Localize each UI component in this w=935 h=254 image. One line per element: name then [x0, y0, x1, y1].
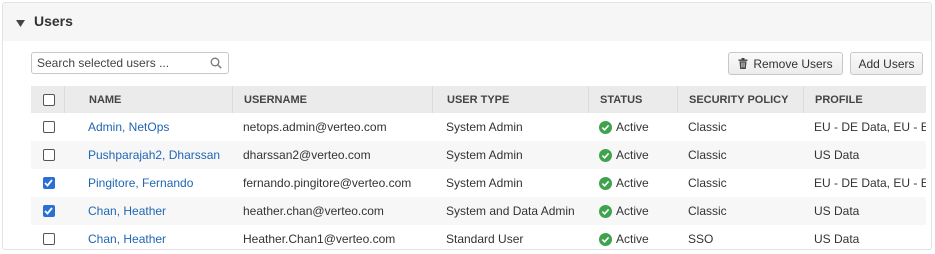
name-cell: Chan, Heather: [64, 225, 232, 249]
user-name-link[interactable]: Admin, NetOps: [88, 120, 169, 134]
search-icon[interactable]: [210, 57, 222, 69]
panel-header: Users: [3, 3, 931, 41]
profile-cell: US Data: [814, 148, 860, 162]
panel-title: Users: [34, 13, 73, 29]
column-header-user-type[interactable]: USER TYPE: [432, 86, 588, 113]
check-circle-icon: [599, 232, 612, 246]
status-badge: Active: [599, 148, 649, 162]
status-text: Active: [616, 120, 649, 134]
status-cell: Active: [588, 197, 677, 225]
security-policy-cell: SSO: [688, 232, 714, 246]
profile-cell: US Data: [814, 232, 860, 246]
security-policy-cell: Classic: [688, 204, 727, 218]
row-checkbox[interactable]: [42, 177, 55, 189]
row-checkbox[interactable]: [42, 149, 55, 161]
username-cell: dharssan2@verteo.com: [243, 148, 371, 162]
search-input[interactable]: [37, 55, 207, 71]
row-select-cell: [31, 225, 64, 249]
user-name-link[interactable]: Pingitore, Fernando: [88, 176, 193, 190]
profile-cell: EU - DE Data, EU - E: [814, 120, 926, 134]
row-select-cell: [31, 141, 64, 169]
row-checkbox[interactable]: [42, 205, 55, 217]
user-type-cell: System Admin: [446, 148, 523, 162]
table-header: NAME USERNAME USER TYPE STATUS SECURITY …: [31, 86, 926, 113]
remove-users-button[interactable]: Remove Users: [728, 52, 843, 75]
status-cell: Active: [588, 225, 677, 249]
user-name-link[interactable]: Chan, Heather: [88, 204, 166, 218]
name-cell: Admin, NetOps: [64, 113, 232, 141]
user-type-cell: Standard User: [446, 232, 524, 246]
trash-icon: [738, 58, 748, 69]
column-header-username[interactable]: USERNAME: [232, 86, 432, 113]
status-cell: Active: [588, 141, 677, 169]
column-header-profile[interactable]: PROFILE: [803, 86, 926, 113]
table-row: Pingitore, Fernando fernando.pingitore@v…: [31, 169, 926, 197]
security-policy-cell: Classic: [688, 148, 727, 162]
user-type-cell: System Admin: [446, 176, 523, 190]
username-cell: netops.admin@verteo.com: [243, 120, 387, 134]
status-badge: Active: [599, 204, 649, 218]
caret-down-icon[interactable]: [14, 17, 26, 29]
row-checkbox[interactable]: [42, 233, 55, 245]
status-badge: Active: [599, 232, 649, 246]
user-type-cell: System Admin: [446, 120, 523, 134]
search-box: [31, 52, 229, 74]
user-name-link[interactable]: Chan, Heather: [88, 232, 166, 246]
status-cell: Active: [588, 169, 677, 197]
column-header-status[interactable]: STATUS: [588, 86, 677, 113]
check-circle-icon: [599, 204, 612, 218]
status-text: Active: [616, 148, 649, 162]
status-text: Active: [616, 176, 649, 190]
username-cell: Heather.Chan1@verteo.com: [243, 232, 396, 246]
toolbar: Remove Users Add Users: [3, 52, 931, 76]
table-row: Chan, Heather Heather.Chan1@verteo.com S…: [31, 225, 926, 249]
name-cell: Pushparajah2, Dharssan: [64, 141, 232, 169]
select-all-checkbox[interactable]: [42, 93, 55, 106]
profile-cell: US Data: [814, 204, 860, 218]
name-cell: Pingitore, Fernando: [64, 169, 232, 197]
security-policy-cell: Classic: [688, 176, 727, 190]
status-badge: Active: [599, 120, 649, 134]
table-row: Chan, Heather heather.chan@verteo.com Sy…: [31, 197, 926, 225]
row-checkbox[interactable]: [42, 121, 55, 133]
table-body: Admin, NetOps netops.admin@verteo.com Sy…: [31, 113, 926, 249]
check-circle-icon: [599, 176, 612, 190]
remove-users-label: Remove Users: [753, 56, 833, 71]
table-row: Pushparajah2, Dharssan dharssan2@verteo.…: [31, 141, 926, 169]
row-select-cell: [31, 169, 64, 197]
row-select-cell: [31, 197, 64, 225]
check-circle-icon: [599, 120, 612, 134]
users-table: NAME USERNAME USER TYPE STATUS SECURITY …: [31, 86, 926, 249]
select-all-cell: [31, 86, 64, 113]
status-text: Active: [616, 232, 649, 246]
username-cell: heather.chan@verteo.com: [243, 204, 384, 218]
name-cell: Chan, Heather: [64, 197, 232, 225]
users-panel: Users Remove Users: [2, 2, 932, 250]
check-circle-icon: [599, 148, 612, 162]
status-cell: Active: [588, 113, 677, 141]
table-row: Admin, NetOps netops.admin@verteo.com Sy…: [31, 113, 926, 141]
column-header-name[interactable]: NAME: [64, 86, 232, 113]
status-text: Active: [616, 204, 649, 218]
user-type-cell: System and Data Admin: [446, 204, 575, 218]
column-header-security-policy[interactable]: SECURITY POLICY: [677, 86, 803, 113]
status-badge: Active: [599, 176, 649, 190]
username-cell: fernando.pingitore@verteo.com: [243, 176, 412, 190]
add-users-button[interactable]: Add Users: [850, 52, 923, 75]
add-users-label: Add Users: [858, 56, 915, 71]
profile-cell: EU - DE Data, EU - E: [814, 176, 926, 190]
row-select-cell: [31, 113, 64, 141]
security-policy-cell: Classic: [688, 120, 727, 134]
user-name-link[interactable]: Pushparajah2, Dharssan: [88, 148, 220, 162]
